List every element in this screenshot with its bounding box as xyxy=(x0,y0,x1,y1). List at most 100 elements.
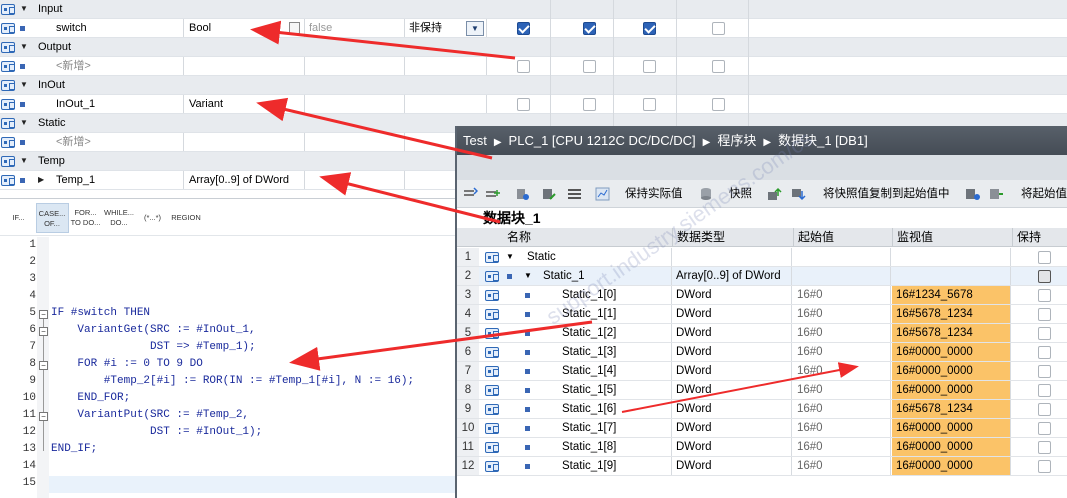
db-table-row[interactable]: 3 Static_1[0] DWord 16#0 16#1234_5678 xyxy=(457,286,1067,305)
db-variable-name[interactable]: Static_1[6] xyxy=(562,400,672,418)
retain-checkbox[interactable] xyxy=(1038,403,1051,416)
db-variable-type[interactable]: DWord xyxy=(672,343,792,361)
db-table-row[interactable]: 1 ▼ Static xyxy=(457,248,1067,267)
breadcrumb-item-project[interactable]: Test xyxy=(463,133,487,148)
snapshot-button[interactable]: 快照 xyxy=(729,185,752,203)
interface-checkbox[interactable] xyxy=(517,98,530,111)
code-line[interactable]: FOR #i := 0 TO 9 DO xyxy=(51,358,202,370)
expand-toggle-icon[interactable]: ▼ xyxy=(20,38,30,56)
interface-var-row[interactable]: <新增> xyxy=(0,57,1067,76)
db-table-row[interactable]: 5 Static_1[2] DWord 16#0 16#5678_1234 xyxy=(457,324,1067,343)
retain-checkbox[interactable] xyxy=(1038,327,1051,340)
retain-checkbox[interactable] xyxy=(1038,289,1051,302)
fold-toggle-icon[interactable]: − xyxy=(39,327,48,336)
db-variable-name[interactable]: Static_1 xyxy=(543,267,672,285)
interface-var-row[interactable]: switch Bool false 非保持 ▼ xyxy=(0,19,1067,38)
copy-start-to-snapshot-button[interactable]: 将起始值 xyxy=(1021,185,1067,203)
download-snapshot-icon[interactable] xyxy=(791,187,806,201)
variable-name[interactable]: Temp_1 xyxy=(38,171,184,189)
interface-checkbox[interactable] xyxy=(517,60,530,73)
retain-select[interactable] xyxy=(405,57,487,75)
interface-checkbox[interactable] xyxy=(712,22,725,35)
db-variable-name[interactable]: Static_1[8] xyxy=(562,438,672,456)
db-variable-name[interactable]: Static_1[4] xyxy=(562,362,672,380)
interface-checkbox[interactable] xyxy=(583,98,596,111)
retain-checkbox[interactable] xyxy=(1038,441,1051,454)
db-variable-name[interactable]: Static_1[1] xyxy=(562,305,672,323)
retain-checkbox[interactable] xyxy=(1038,384,1051,397)
db-variable-name[interactable]: Static_1[0] xyxy=(562,286,672,304)
db-start-value[interactable]: 16#0 xyxy=(793,343,891,361)
retain-checkbox[interactable] xyxy=(1038,251,1051,264)
code-line[interactable]: END_FOR; xyxy=(51,392,130,404)
variable-name[interactable]: switch xyxy=(38,19,184,37)
interface-checkbox[interactable] xyxy=(643,98,656,111)
monitor-icon[interactable] xyxy=(595,187,610,201)
snippet-case-button[interactable]: CASE... OF... xyxy=(35,203,69,233)
snippet-for-button[interactable]: FOR... TO DO... xyxy=(69,203,102,233)
copy-start-icon[interactable] xyxy=(989,187,1004,201)
db-variable-name[interactable]: Static xyxy=(527,248,672,266)
snippet-region-button[interactable]: REGION xyxy=(170,203,203,233)
fold-toggle-icon[interactable]: − xyxy=(39,361,48,370)
retain-checkbox[interactable] xyxy=(1038,346,1051,359)
db-variable-name[interactable]: Static_1[9] xyxy=(562,457,672,475)
retain-checkbox[interactable] xyxy=(1038,365,1051,378)
db-variable-type[interactable]: DWord xyxy=(672,305,792,323)
db-variable-type[interactable]: DWord xyxy=(672,362,792,380)
interface-checkbox[interactable] xyxy=(583,22,596,35)
db-start-value[interactable] xyxy=(793,267,891,285)
db-start-value[interactable]: 16#0 xyxy=(793,305,891,323)
copy-snapshot-to-start-button[interactable]: 将快照值复制到起始值中 xyxy=(823,185,950,203)
list-icon[interactable] xyxy=(289,22,300,34)
db-start-value[interactable]: 16#0 xyxy=(793,362,891,380)
interface-checkbox[interactable] xyxy=(712,60,725,73)
db-variable-type[interactable]: DWord xyxy=(672,324,792,342)
fold-toggle-icon[interactable]: − xyxy=(39,412,48,421)
variable-default[interactable] xyxy=(305,95,405,113)
snippet-if-button[interactable]: IF... xyxy=(2,203,35,233)
expand-toggle-icon[interactable]: ▼ xyxy=(20,152,30,170)
interface-var-row[interactable]: InOut_1 Variant xyxy=(0,95,1067,114)
column-header-retain[interactable]: 保持 xyxy=(1012,228,1067,247)
code-line[interactable]: VariantPut(SRC := #Temp_2, xyxy=(51,409,249,421)
db-table-row[interactable]: 12 Static_1[9] DWord 16#0 16#0000_0000 xyxy=(457,457,1067,476)
upload-snapshot-icon[interactable] xyxy=(767,187,782,201)
db-start-value[interactable]: 16#0 xyxy=(793,324,891,342)
db-start-value[interactable]: 16#0 xyxy=(793,457,891,475)
code-line[interactable]: END_IF; xyxy=(51,443,97,455)
db-variable-type[interactable]: DWord xyxy=(672,381,792,399)
code-line[interactable]: DST => #Temp_1); xyxy=(51,341,256,353)
add-new-placeholder[interactable]: <新增> xyxy=(38,133,184,151)
db-table-row[interactable]: 7 Static_1[4] DWord 16#0 16#0000_0000 xyxy=(457,362,1067,381)
add-row-icon[interactable] xyxy=(485,187,500,201)
variable-default[interactable]: false xyxy=(305,19,405,37)
db-table-row[interactable]: 8 Static_1[5] DWord 16#0 16#0000_0000 xyxy=(457,381,1067,400)
reset-start-icon[interactable] xyxy=(515,187,530,201)
db-start-value[interactable]: 16#0 xyxy=(793,419,891,437)
variable-default[interactable] xyxy=(305,57,405,75)
variable-default[interactable] xyxy=(305,171,405,189)
scl-code-editor[interactable]: 1 2 3 4 5 IF #switch THEN 6 VariantGet(SRC := … xyxy=(0,237,458,498)
db-start-value[interactable] xyxy=(793,248,891,266)
fold-toggle-icon[interactable]: − xyxy=(39,310,48,319)
load-start-icon[interactable] xyxy=(965,187,980,201)
code-line[interactable]: DST := #InOut_1); xyxy=(51,426,262,438)
list-icon[interactable] xyxy=(567,187,582,201)
db-variable-name[interactable]: Static_1[7] xyxy=(562,419,672,437)
interface-checkbox[interactable] xyxy=(517,22,530,35)
add-new-placeholder[interactable]: <新增> xyxy=(38,57,184,75)
column-header-start[interactable]: 起始值 xyxy=(793,228,892,247)
variable-default[interactable] xyxy=(305,133,405,151)
column-header-type[interactable]: 数据类型 xyxy=(672,228,793,247)
variable-type[interactable]: Bool xyxy=(185,19,305,37)
db-variable-name[interactable]: Static_1[2] xyxy=(562,324,672,342)
database-icon[interactable] xyxy=(699,187,714,201)
db-variable-type[interactable]: DWord xyxy=(672,457,792,475)
insert-row-icon[interactable] xyxy=(463,187,478,201)
db-table-row[interactable]: 10 Static_1[7] DWord 16#0 16#0000_0000 xyxy=(457,419,1067,438)
chevron-down-icon[interactable]: ▼ xyxy=(466,21,484,36)
expand-toggle-icon[interactable]: ▼ xyxy=(20,76,30,94)
breadcrumb-item-plc[interactable]: PLC_1 [CPU 1212C DC/DC/DC] xyxy=(509,133,696,148)
edit-icon[interactable] xyxy=(541,187,556,201)
